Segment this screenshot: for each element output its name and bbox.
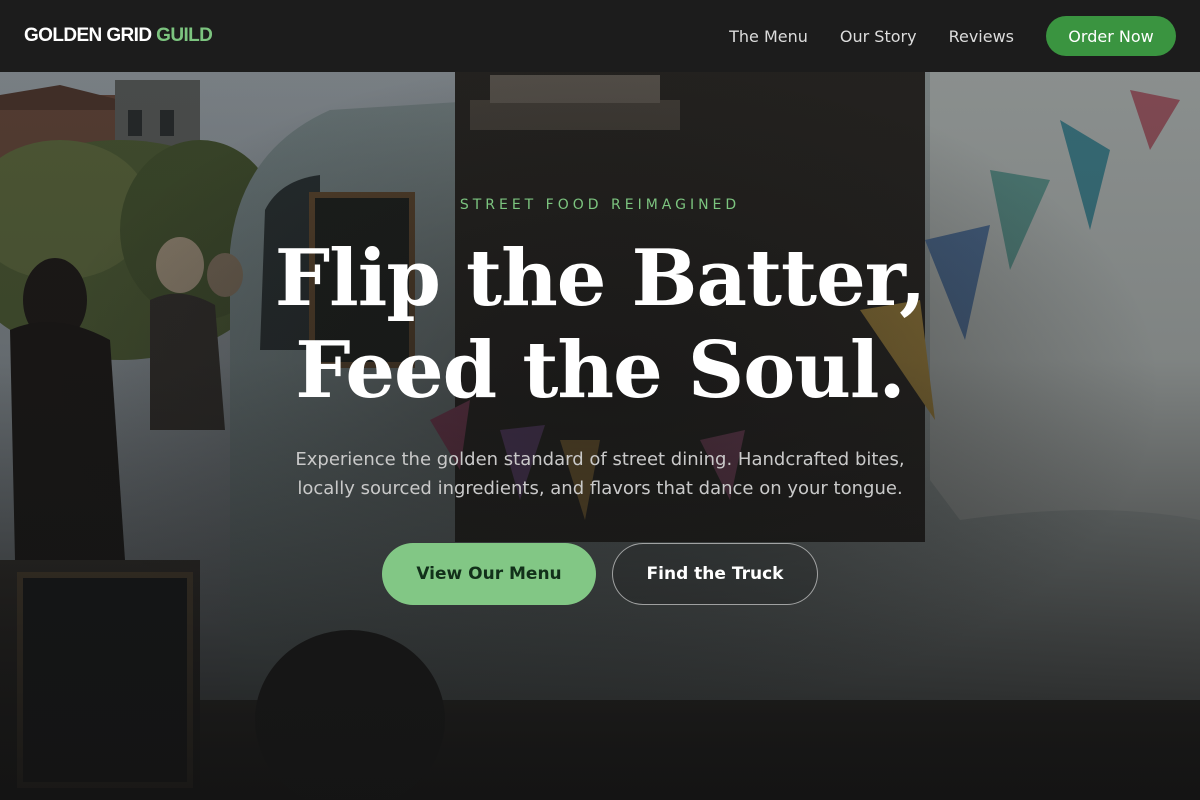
hero-headline: Flip the Batter, Feed the Soul. [274,233,927,417]
order-now-button[interactable]: Order Now [1046,16,1176,56]
brand-name-accent: GUILD [156,25,213,46]
navbar: GOLDEN GRID GUILD The Menu Our Story Rev… [0,0,1200,72]
hero-subtext: Experience the golden standard of street… [295,449,905,499]
hero-headline-line2: Feed the Soul. [295,325,905,416]
nav-links: The Menu Our Story Reviews Order Now [697,16,1176,56]
hero-content: STREET FOOD REIMAGINED Flip the Batter, … [0,72,1200,800]
hero-cta-row: View Our Menu Find the Truck [382,543,818,605]
hero-eyebrow: STREET FOOD REIMAGINED [459,197,741,213]
nav-link-our-story[interactable]: Our Story [840,27,917,46]
find-truck-button[interactable]: Find the Truck [612,543,818,605]
hero-headline-line1: Flip the Batter, [274,233,927,324]
nav-link-reviews[interactable]: Reviews [949,27,1014,46]
brand-name-primary: GOLDEN GRID [24,25,157,46]
brand-logo[interactable]: GOLDEN GRID GUILD [24,25,213,47]
nav-link-menu[interactable]: The Menu [729,27,808,46]
view-menu-button[interactable]: View Our Menu [382,543,596,605]
